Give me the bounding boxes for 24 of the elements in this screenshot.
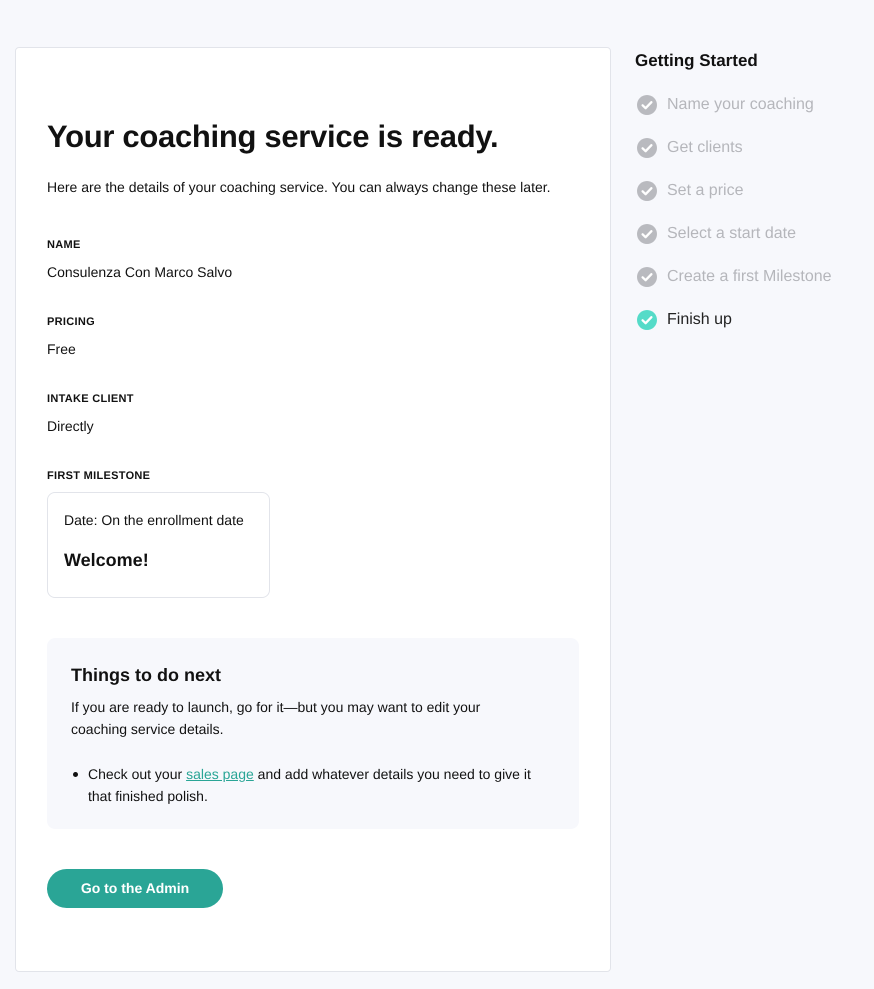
field-value: Consulenza Con Marco Salvo [47, 263, 232, 282]
field-value: Free [47, 340, 76, 359]
milestone-date: Date: On the enrollment date [64, 511, 244, 530]
step-label: Set a price [667, 180, 744, 200]
list-item-text: Check out your sales page and add whatever details you need to give it that finished polish. [88, 765, 532, 806]
field-label: FIRST MILESTONE [47, 469, 150, 484]
next-steps-text: If you are ready to launch, go for it—but you may want to edit your coaching service details. [71, 698, 482, 739]
field-label: INTAKE CLIENT [47, 392, 134, 407]
page-title: Your coaching service is ready. [47, 118, 498, 156]
milestone-title: Welcome! [64, 549, 149, 572]
next-steps-title: Things to do next [71, 664, 222, 687]
field-label: PRICING [47, 315, 95, 330]
step-label: Name your coaching [667, 94, 814, 114]
sidebar-title: Getting Started [635, 50, 758, 72]
field-value: Directly [47, 417, 94, 436]
step-label: Create a first Milestone [667, 266, 832, 286]
bullet-icon [73, 772, 78, 777]
admin-button[interactable]: Go to the Admin [47, 869, 223, 908]
step-label: Finish up [667, 310, 732, 330]
step-label: Get clients [667, 138, 743, 158]
sales-page-link[interactable]: sales page [186, 766, 254, 782]
field-label: NAME [47, 238, 81, 253]
intro-text: Here are the details of your coaching service. You can always change these later. [47, 178, 551, 197]
step-label: Select a start date [667, 224, 796, 244]
